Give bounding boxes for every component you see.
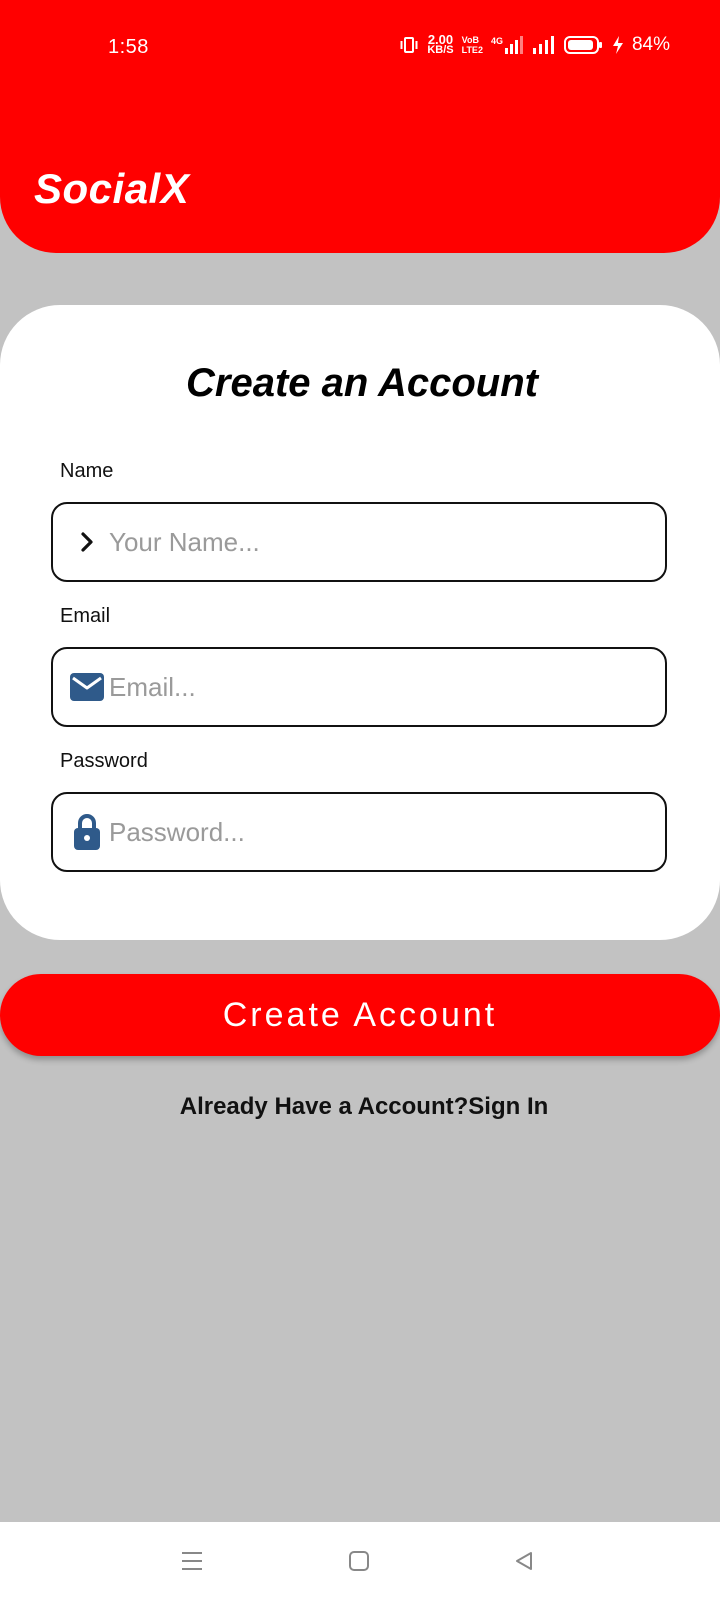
network-type: 4G bbox=[490, 36, 503, 46]
app-name: SocialX bbox=[34, 165, 190, 212]
create-account-button[interactable]: Create Account bbox=[0, 974, 720, 1056]
signup-card: Create an Account Name Email Password bbox=[0, 305, 720, 940]
volte-top: VoB bbox=[461, 35, 479, 45]
password-field[interactable] bbox=[51, 792, 667, 872]
email-input[interactable] bbox=[107, 671, 665, 703]
home-icon[interactable] bbox=[344, 1546, 374, 1576]
volte-bottom: LTE2 bbox=[461, 45, 483, 55]
chevron-right-icon bbox=[67, 531, 107, 553]
email-field[interactable] bbox=[51, 647, 667, 727]
signal-icon bbox=[532, 36, 556, 54]
network-speed: 2.00 KB/S bbox=[427, 33, 454, 56]
vibrate-icon bbox=[399, 35, 419, 55]
signal-4g-icon: 4G bbox=[491, 36, 524, 54]
signin-link[interactable]: Already Have a Account?Sign In bbox=[0, 1093, 720, 1121]
network-speed-unit: KB/S bbox=[427, 44, 454, 56]
navigation-bar bbox=[0, 1522, 720, 1600]
status-time: 1:58 bbox=[108, 36, 149, 58]
lock-icon bbox=[67, 813, 107, 851]
status-icons: 2.00 KB/S VoB LTE2 4G 84% bbox=[399, 33, 670, 56]
password-input[interactable] bbox=[107, 816, 665, 848]
battery-icon bbox=[563, 35, 604, 55]
name-field[interactable] bbox=[51, 502, 667, 582]
back-icon[interactable] bbox=[509, 1546, 539, 1576]
battery-percent: 84% bbox=[631, 34, 670, 55]
email-label: Email bbox=[60, 605, 111, 627]
volte-indicator: VoB LTE2 bbox=[462, 35, 483, 55]
form-title: Create an Account bbox=[186, 361, 538, 405]
charging-icon bbox=[612, 35, 624, 55]
name-label: Name bbox=[60, 460, 114, 482]
menu-icon[interactable] bbox=[177, 1546, 207, 1576]
password-label: Password bbox=[60, 750, 148, 772]
envelope-icon bbox=[67, 673, 107, 701]
name-input[interactable] bbox=[107, 526, 665, 558]
app-header: 1:58 2.00 KB/S VoB LTE2 4G 84% SocialX bbox=[0, 0, 720, 253]
